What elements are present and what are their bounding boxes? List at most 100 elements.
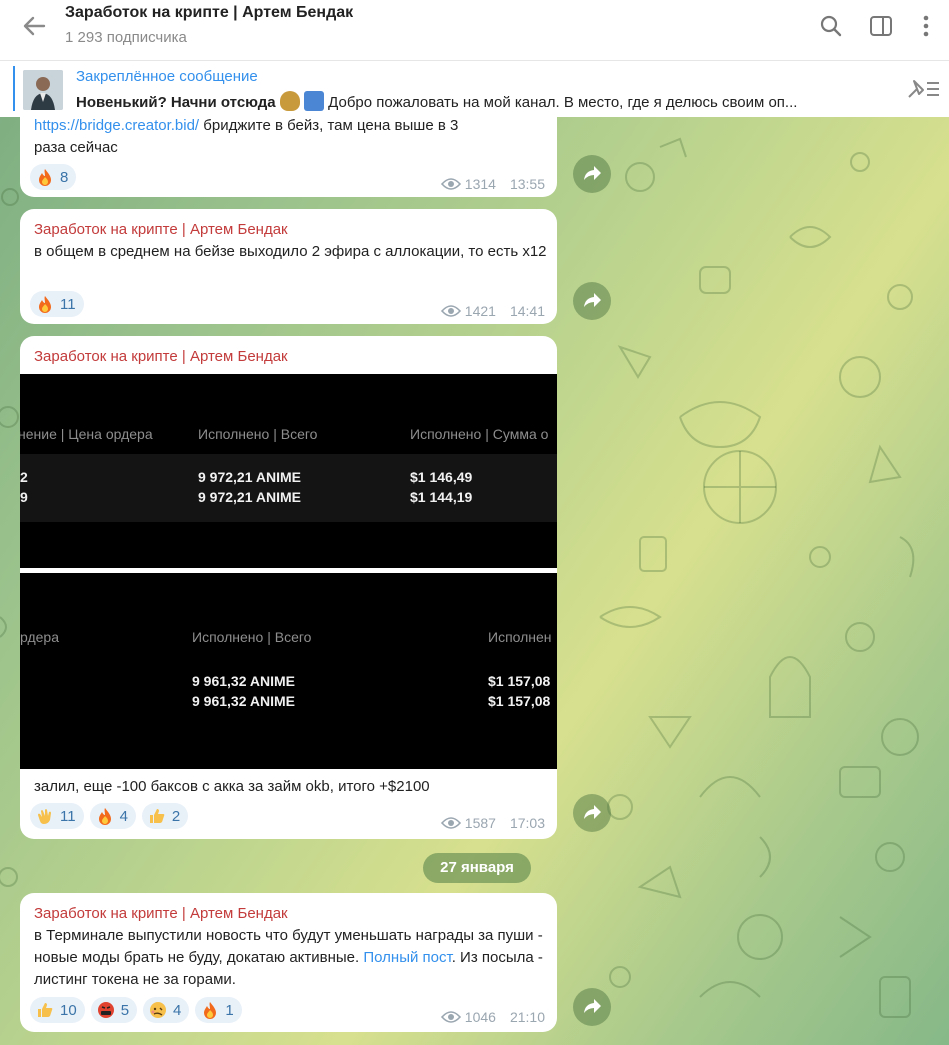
reaction-swearing[interactable]: 5 <box>90 997 138 1023</box>
date-separator[interactable]: 27 января <box>423 853 531 883</box>
reactions-row: 11 4 2 <box>30 803 189 829</box>
table-band <box>20 454 557 522</box>
forward-button[interactable] <box>573 155 611 193</box>
table-cell: $1 146,49 <box>410 469 473 485</box>
clap-icon <box>38 809 51 824</box>
view-count: 1046 <box>464 1009 496 1025</box>
table-cell: 9 961,32 ANIME <box>192 673 295 689</box>
trade-screenshot-2[interactable]: рдера Исполнено | Всего Исполнен 9 961,3… <box>20 573 557 769</box>
unpin-list-icon[interactable] <box>905 77 941 101</box>
reaction-fire[interactable]: 4 <box>89 803 136 829</box>
chat-header: Заработок на крипте | Артем Бендак 1 293… <box>0 0 949 60</box>
pinned-thumbnail <box>23 70 63 110</box>
subscriber-count: 1 293 подписчика <box>65 29 187 46</box>
message-text: https://bridge.creator.bid/ бриджите в б… <box>34 117 459 156</box>
message-text: залил, еще -100 баксов с акка за займ ok… <box>34 778 430 795</box>
search-icon[interactable] <box>819 13 843 39</box>
sidebar-toggle-icon[interactable] <box>869 13 893 39</box>
forward-arrow-icon <box>584 999 601 1013</box>
pinned-bold-text: Новенький? Начни отсюда <box>76 94 276 111</box>
reaction-woozy[interactable]: 4 <box>143 997 190 1023</box>
thumbs-up-icon <box>149 809 165 823</box>
chat-area[interactable]: https://bridge.creator.bid/ бриджите в б… <box>0 117 949 1045</box>
views-eye-icon <box>440 817 461 829</box>
swearing-face-icon <box>97 1002 114 1018</box>
forward-arrow-icon <box>584 805 601 819</box>
fire-icon <box>98 808 111 825</box>
view-count: 1587 <box>464 815 496 831</box>
thumbs-up-icon <box>38 1003 53 1017</box>
message-bubble[interactable]: Заработок на крипте | Артем Бендак в общ… <box>20 209 557 324</box>
table-cell: $1 157,08 <box>488 673 551 689</box>
table-header: рдера <box>20 629 59 645</box>
view-count: 1421 <box>464 303 496 319</box>
reaction-count: 8 <box>60 168 69 186</box>
table-header: Исполнено | Сумма о <box>410 426 549 442</box>
pinned-indicator <box>13 66 15 111</box>
reaction-count: 4 <box>119 807 128 825</box>
pinned-title: Закреплённое сообщение <box>76 68 258 85</box>
table-header: Исполнено | Всего <box>198 426 318 442</box>
pinned-message-bar[interactable]: Закреплённое сообщение Новенький? Начни … <box>0 60 949 117</box>
reaction-thumbs-up[interactable]: 10 <box>30 997 85 1023</box>
reaction-clap[interactable]: 11 <box>30 803 84 829</box>
message-time: 21:10 <box>509 1009 545 1025</box>
message-author[interactable]: Заработок на крипте | Артем Бендак <box>34 221 288 238</box>
reactions-row: 8 <box>30 164 77 190</box>
message-link[interactable]: https://bridge.creator.bid/ <box>34 117 199 134</box>
table-cell: 9 972,21 ANIME <box>198 469 301 485</box>
woozy-face-icon <box>150 1002 167 1018</box>
pinned-rest-text: Добро пожаловать на мой канал. В место, … <box>328 94 798 111</box>
reactions-row: 11 <box>30 291 84 317</box>
reaction-count: 4 <box>173 1001 182 1019</box>
forward-arrow-icon <box>584 293 601 307</box>
reaction-fire[interactable]: 11 <box>30 291 84 317</box>
table-cell: 9 961,32 ANIME <box>192 693 295 709</box>
channel-title[interactable]: Заработок на крипте | Артем Бендак <box>65 4 353 22</box>
message-bubble[interactable]: https://bridge.creator.bid/ бриджите в б… <box>20 117 557 197</box>
views-eye-icon <box>440 1011 461 1023</box>
forward-button[interactable] <box>573 988 611 1026</box>
back-arrow-icon[interactable] <box>18 12 50 40</box>
table-cell: 2 <box>20 469 28 485</box>
message-text: в Терминале выпустили новость что будут … <box>34 927 543 988</box>
reaction-thumbs-up[interactable]: 2 <box>141 803 189 829</box>
arrow-down-icon <box>303 91 324 111</box>
table-cell: 9 972,21 ANIME <box>198 489 301 505</box>
view-count: 1314 <box>464 176 496 192</box>
forward-button[interactable] <box>573 282 611 320</box>
message-text: в общем в среднем на бейзе выходило 2 эф… <box>34 243 547 260</box>
table-cell: 9 <box>20 489 28 505</box>
full-post-link[interactable]: Полный пост <box>363 949 451 966</box>
table-cell: $1 157,08 <box>488 693 551 709</box>
message-time: 14:41 <box>509 303 545 319</box>
views-eye-icon <box>440 178 461 190</box>
message-time: 17:03 <box>509 815 545 831</box>
reaction-count: 11 <box>60 807 76 825</box>
views-eye-icon <box>440 305 461 317</box>
table-header: Исполнен <box>488 629 552 645</box>
table-cell: $1 144,19 <box>410 489 473 505</box>
forward-arrow-icon <box>584 166 601 180</box>
message-meta: 1587 17:03 <box>440 815 545 831</box>
table-header: Исполнено | Всего <box>192 629 312 645</box>
message-bubble[interactable]: Заработок на крипте | Артем Бендак нение… <box>20 336 557 839</box>
reaction-count: 2 <box>171 807 181 825</box>
reaction-count: 10 <box>60 1001 77 1019</box>
reaction-count: 1 <box>225 1001 234 1019</box>
pinned-preview: Новенький? Начни отсюда Добро пожаловать… <box>76 91 886 111</box>
forward-button[interactable] <box>573 794 611 832</box>
message-bubble[interactable]: Заработок на крипте | Артем Бендак в Тер… <box>20 893 557 1032</box>
message-meta: 1046 21:10 <box>440 1009 545 1025</box>
reaction-fire[interactable]: 8 <box>30 164 77 190</box>
message-meta: 1314 13:55 <box>440 176 545 192</box>
fire-icon <box>39 169 51 186</box>
table-header: нение | Цена ордера <box>20 426 153 442</box>
reaction-fire[interactable]: 1 <box>195 997 242 1023</box>
trade-screenshot-1[interactable]: нение | Цена ордера Исполнено | Всего Ис… <box>20 374 557 568</box>
reactions-row: 10 5 4 1 <box>30 997 242 1023</box>
more-menu-icon[interactable] <box>914 13 938 39</box>
message-author[interactable]: Заработок на крипте | Артем Бендак <box>34 905 288 922</box>
message-author[interactable]: Заработок на крипте | Артем Бендак <box>34 348 288 365</box>
reaction-count: 11 <box>60 295 76 313</box>
